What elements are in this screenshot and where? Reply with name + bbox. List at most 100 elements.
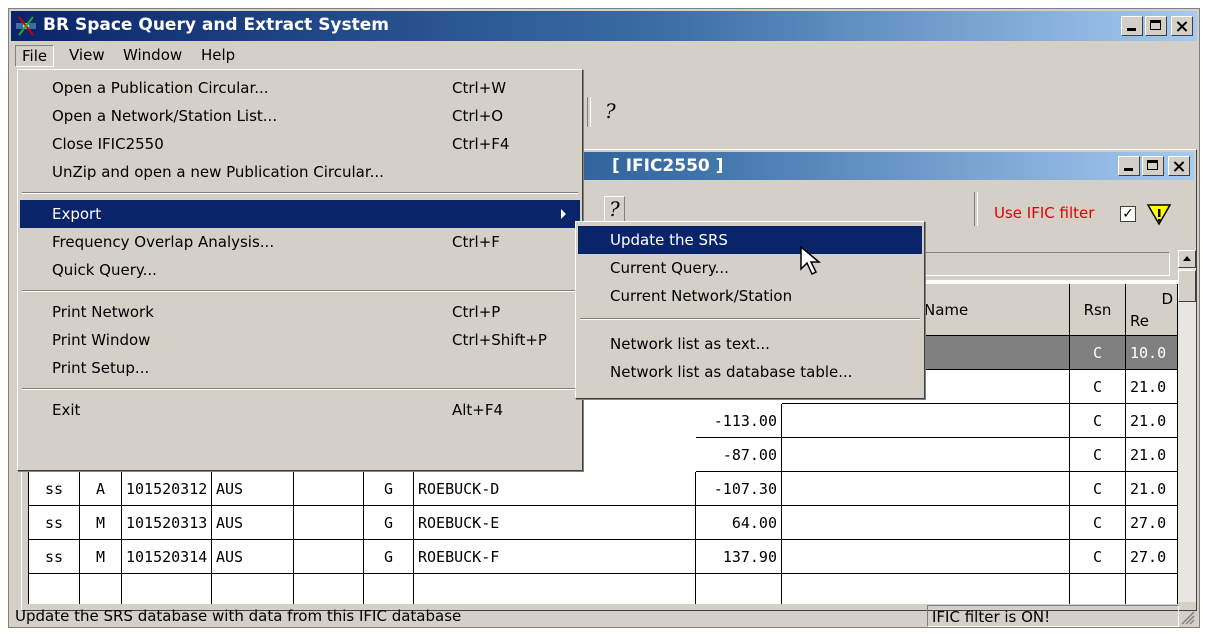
help-icon[interactable]: ?	[605, 99, 616, 123]
table-cell-id[interactable]: 101520314	[122, 540, 212, 574]
table-cell-type[interactable]: ss	[28, 540, 80, 574]
table-cell-rec[interactable]: 21.0	[1126, 438, 1178, 472]
col-header-rec[interactable]: D Re	[1126, 284, 1178, 336]
minimize-icon[interactable]	[1121, 16, 1143, 36]
table-cell-rec[interactable]: 21.0	[1126, 370, 1178, 404]
menu-item-print-window[interactable]: Print Window Ctrl+Shift+P	[20, 326, 580, 354]
resize-grip-icon[interactable]	[1179, 609, 1195, 625]
menu-item-unzip-open[interactable]: UnZip and open a new Publication Circula…	[20, 158, 580, 186]
table-cell-class[interactable]	[364, 574, 414, 604]
table-cell-name[interactable]	[782, 472, 1070, 506]
table-cell-rsn[interactable]: C	[1070, 506, 1126, 540]
close-icon[interactable]	[1168, 156, 1190, 176]
col-header-rsn[interactable]: Rsn	[1070, 284, 1126, 336]
submenu-item-network-list-text[interactable]: Network list as text...	[578, 330, 922, 358]
scroll-up-icon[interactable]	[1178, 250, 1196, 268]
vertical-scrollbar[interactable]	[1178, 250, 1196, 602]
table-cell-action[interactable]	[80, 574, 122, 604]
scrollbar-thumb[interactable]	[1178, 270, 1196, 302]
table-cell-type[interactable]	[28, 574, 80, 604]
menu-view[interactable]: View	[63, 45, 111, 65]
menu-item-quick-query[interactable]: Quick Query...	[20, 256, 580, 284]
table-cell-blank[interactable]	[294, 574, 364, 604]
table-cell-class[interactable]: G	[364, 506, 414, 540]
menu-item-open-network-station-list[interactable]: Open a Network/Station List... Ctrl+O	[20, 102, 580, 130]
table-cell-class[interactable]: G	[364, 472, 414, 506]
table-cell-id[interactable]: 101520312	[122, 472, 212, 506]
table-cell-class[interactable]: G	[364, 540, 414, 574]
menu-item-open-publication-circular[interactable]: Open a Publication Circular... Ctrl+W	[20, 74, 580, 102]
table-cell-adm[interactable]: AUS	[212, 472, 294, 506]
menu-item-exit[interactable]: Exit Alt+F4	[20, 396, 580, 424]
table-cell-rsn[interactable]: C	[1070, 404, 1126, 438]
table-cell-station[interactable]: ROEBUCK-D	[414, 472, 696, 506]
table-cell-rsn[interactable]: C	[1070, 540, 1126, 574]
table-cell-type[interactable]: ss	[28, 506, 80, 540]
table-cell-action[interactable]: A	[80, 472, 122, 506]
table-cell-value[interactable]: 64.00	[696, 506, 782, 540]
submenu-item-current-query[interactable]: Current Query...	[578, 254, 922, 282]
menu-help[interactable]: Help	[195, 45, 241, 65]
table-cell-value[interactable]: -87.00	[696, 438, 782, 472]
table-cell-rec[interactable]: 27.0	[1126, 540, 1178, 574]
maximize-icon[interactable]	[1145, 16, 1167, 36]
table-cell-action[interactable]: M	[80, 506, 122, 540]
col-header-name[interactable]: Name	[920, 284, 1070, 336]
table-cell-name[interactable]	[782, 540, 1070, 574]
table-cell-rsn[interactable]	[1070, 574, 1126, 604]
table-cell-rsn[interactable]: C	[1070, 438, 1126, 472]
submenu-item-update-srs[interactable]: Update the SRS	[578, 226, 922, 254]
table-cell-rec[interactable]	[1126, 574, 1178, 604]
table-cell-station[interactable]	[414, 574, 696, 604]
table-cell-rec[interactable]: 10.0	[1126, 336, 1178, 370]
submenu-item-network-list-database[interactable]: Network list as database table...	[578, 358, 922, 386]
table-cell-blank[interactable]	[294, 540, 364, 574]
table-cell-id[interactable]: 101520313	[122, 506, 212, 540]
maximize-icon[interactable]	[1142, 156, 1164, 176]
ific-filter-checkbox[interactable]: ✓	[1120, 206, 1136, 222]
menu-item-shortcut: Ctrl+Shift+P	[452, 331, 547, 349]
table-cell-rec[interactable]: 21.0	[1126, 472, 1178, 506]
table-cell-blank[interactable]	[294, 472, 364, 506]
submenu-item-current-network-station[interactable]: Current Network/Station	[578, 282, 922, 310]
close-icon[interactable]	[1171, 16, 1193, 36]
table-cell-type[interactable]: ss	[28, 472, 80, 506]
table-cell-adm[interactable]	[212, 574, 294, 604]
menu-separator	[22, 192, 578, 194]
table-cell-name[interactable]	[782, 574, 1070, 604]
table-cell-station[interactable]: ROEBUCK-E	[414, 506, 696, 540]
table-cell-action[interactable]: M	[80, 540, 122, 574]
table-cell-value[interactable]: -113.00	[696, 404, 782, 438]
table-cell-rsn[interactable]: C	[1070, 472, 1126, 506]
menu-item-export[interactable]: Export	[20, 200, 580, 228]
menu-item-label: Exit	[52, 401, 81, 419]
table-cell-id[interactable]	[122, 574, 212, 604]
table-cell-rec[interactable]: 21.0	[1126, 404, 1178, 438]
table-cell-name[interactable]	[782, 404, 1070, 438]
table-cell-adm[interactable]: AUS	[212, 540, 294, 574]
minimize-icon[interactable]	[1118, 156, 1140, 176]
menu-file[interactable]: File	[15, 45, 55, 67]
table-cell-station[interactable]: ROEBUCK-F	[414, 540, 696, 574]
table-cell-value[interactable]	[696, 574, 782, 604]
menu-item-label: Network list as text...	[610, 335, 770, 353]
table-cell-rsn[interactable]: C	[1070, 370, 1126, 404]
query-help-icon[interactable]: ?	[604, 196, 625, 222]
table-cell-name[interactable]	[782, 438, 1070, 472]
table-cell-name[interactable]	[782, 506, 1070, 540]
table-cell-value[interactable]: -107.30	[696, 472, 782, 506]
filter-warning-icon[interactable]	[1146, 202, 1172, 226]
menu-item-shortcut: Ctrl+W	[452, 79, 507, 97]
table-cell-rsn[interactable]: C	[1070, 336, 1126, 370]
menu-item-frequency-overlap-analysis[interactable]: Frequency Overlap Analysis... Ctrl+F	[20, 228, 580, 256]
table-cell-adm[interactable]: AUS	[212, 506, 294, 540]
menu-item-close[interactable]: Close IFIC2550 Ctrl+F4	[20, 130, 580, 158]
export-submenu: Update the SRS Current Query... Current …	[575, 221, 925, 399]
menu-item-print-network[interactable]: Print Network Ctrl+P	[20, 298, 580, 326]
table-cell-blank[interactable]	[294, 506, 364, 540]
table-cell-value[interactable]: 137.90	[696, 540, 782, 574]
app-title-bar[interactable]: BR Space Query and Extract System	[11, 11, 1197, 41]
table-cell-rec[interactable]: 27.0	[1126, 506, 1178, 540]
menu-item-print-setup[interactable]: Print Setup...	[20, 354, 580, 382]
menu-window[interactable]: Window	[117, 45, 188, 65]
